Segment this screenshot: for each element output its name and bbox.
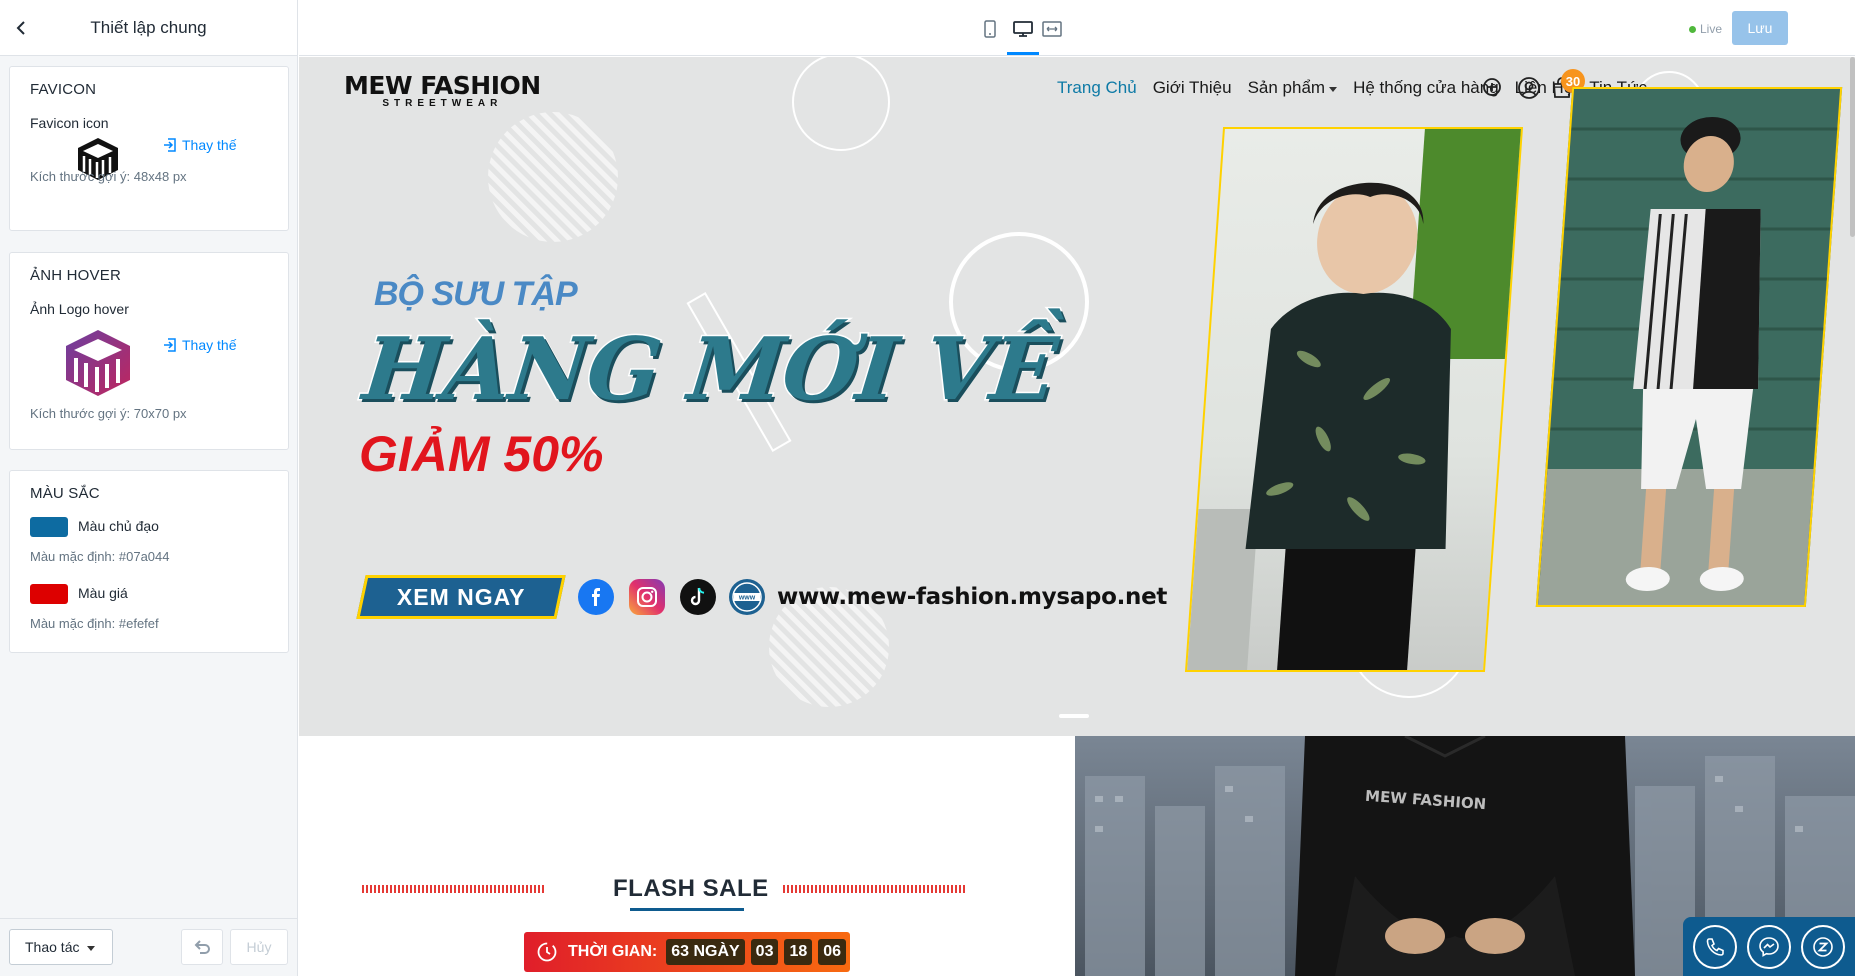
nav-label: Hệ thống cửa hàng	[1353, 78, 1499, 97]
hero-banner: MEW FASHION STREETWEAR Trang Chủ Giới Th…	[299, 57, 1855, 736]
live-label: Live	[1699, 22, 1722, 36]
nav-item-products[interactable]: Sản phẩm	[1248, 78, 1338, 98]
messenger-icon[interactable]	[1747, 924, 1791, 969]
hover-replace-label: Thay thế	[182, 337, 237, 353]
hover-label: Ảnh Logo hover	[30, 301, 129, 317]
preview-scrollbar[interactable]	[1850, 57, 1855, 237]
colors-section-title: MÀU SẮC	[30, 485, 100, 502]
storefront-preview: MEW FASHION STREETWEAR Trang Chủ Giới Th…	[299, 57, 1855, 976]
hover-section-title: ẢNH HOVER	[30, 267, 121, 284]
hover-hint: Kích thước gợi ý: 70x70 px	[30, 406, 187, 421]
favicon-label: Favicon icon	[30, 115, 109, 131]
primary-color-hint: Màu mặc định: #07a044	[30, 549, 170, 564]
nav-label: Sản phẩm	[1247, 78, 1326, 97]
active-device-indicator	[1007, 52, 1039, 55]
store-logo[interactable]: MEW FASHION STREETWEAR	[344, 71, 541, 109]
price-color-swatch[interactable]	[30, 584, 68, 604]
hero-model-photo-2	[1535, 87, 1843, 607]
sidebar-header: Thiết lập chung	[0, 0, 297, 56]
price-color-hint: Màu mặc định: #efefef	[30, 616, 159, 631]
timer-hours: 03	[750, 939, 779, 965]
timer-seconds: 06	[818, 939, 847, 965]
hero-model-photo-1	[1184, 127, 1524, 672]
action-label: Thao tác	[25, 939, 80, 955]
timer-days: 63 NGÀY	[666, 939, 745, 965]
favicon-replace-label: Thay thế	[182, 137, 237, 153]
favicon-section-title: FAVICON	[30, 81, 97, 98]
nav-item-home[interactable]: Trang Chủ	[1057, 78, 1137, 98]
flash-sale-divider-left	[362, 885, 544, 893]
sidebar-footer: Thao tác Hủy	[0, 918, 297, 976]
chevron-down-icon	[87, 945, 96, 951]
zalo-icon[interactable]	[1801, 924, 1845, 969]
undo-button[interactable]	[181, 929, 223, 965]
tiktok-icon[interactable]	[680, 579, 716, 615]
settings-sidebar: Thiết lập chung FAVICON Favicon icon Tha…	[0, 0, 298, 976]
nav-item-stores[interactable]: Hệ thống cửa hàng	[1353, 78, 1499, 98]
undo-icon	[194, 940, 210, 954]
hover-card: ẢNH HOVER Ảnh Logo hover Thay thế Kích t…	[9, 252, 289, 450]
contact-bar	[1683, 917, 1855, 976]
timer-minutes: 18	[784, 939, 813, 965]
nav-label: Giới Thiệu	[1152, 78, 1232, 97]
favicon-hint: Kích thước gợi ý: 48x48 px	[30, 169, 187, 184]
flash-sale-timer: THỜI GIAN: 63 NGÀY 03 18 06	[524, 932, 850, 972]
favicon-card: FAVICON Favicon icon Thay thế Kích thước…	[9, 66, 289, 231]
replace-icon	[164, 138, 176, 152]
hero-subtitle: BỘ SƯU TẬP	[374, 275, 578, 313]
preview-topbar: Live Lưu	[299, 0, 1855, 56]
primary-color-swatch[interactable]	[30, 517, 68, 537]
instagram-icon[interactable]	[629, 579, 665, 615]
facebook-icon[interactable]	[578, 579, 614, 615]
timer-label: THỜI GIAN:	[568, 943, 658, 960]
action-dropdown-button[interactable]: Thao tác	[9, 929, 113, 965]
chevron-down-icon	[1329, 86, 1338, 92]
live-dot-icon	[1688, 25, 1696, 33]
shop-now-button[interactable]: XEM NGAY	[356, 575, 566, 619]
hero-title: HÀNG MỚI VỀ	[357, 318, 1062, 422]
desktop-icon[interactable]	[1012, 18, 1034, 40]
cancel-button[interactable]: Hủy	[230, 929, 288, 965]
flash-sale-divider-right	[783, 885, 965, 893]
search-icon[interactable]	[1481, 76, 1505, 100]
mobile-icon[interactable]	[979, 18, 1001, 40]
hover-logo-image[interactable]	[58, 323, 138, 403]
phone-icon[interactable]	[1693, 924, 1737, 969]
colors-card: MÀU SẮC Màu chủ đạo Màu mặc định: #07a04…	[9, 470, 289, 653]
hero-discount: GIẢM 50%	[359, 426, 604, 482]
hover-replace-button[interactable]: Thay thế	[163, 337, 236, 353]
replace-icon	[164, 338, 176, 352]
www-icon[interactable]: www	[729, 579, 765, 615]
price-color-label: Màu giá	[78, 585, 128, 601]
sidebar-title: Thiết lập chung	[90, 18, 207, 37]
nav-label: Trang Chủ	[1057, 78, 1137, 97]
primary-color-label: Màu chủ đạo	[78, 518, 159, 534]
logo-text: MEW FASHION	[344, 71, 541, 100]
flash-sale-title: FLASH SALE	[613, 875, 769, 902]
svg-text:www: www	[738, 595, 756, 602]
clock-icon	[537, 942, 557, 962]
shop-now-label: XEM NGAY	[396, 583, 526, 610]
live-status: Live	[1688, 22, 1722, 36]
slider-dot-active[interactable]	[1059, 714, 1089, 718]
fullwidth-icon[interactable]	[1041, 18, 1063, 40]
favicon-replace-button[interactable]: Thay thế	[163, 137, 236, 153]
account-icon[interactable]	[1517, 76, 1541, 100]
nav-item-about[interactable]: Giới Thiệu	[1153, 78, 1232, 98]
hero-website: www.mew-fashion.mysapo.net	[777, 584, 1168, 610]
save-button[interactable]: Lưu	[1732, 11, 1788, 45]
flash-sale-underline	[630, 908, 744, 911]
